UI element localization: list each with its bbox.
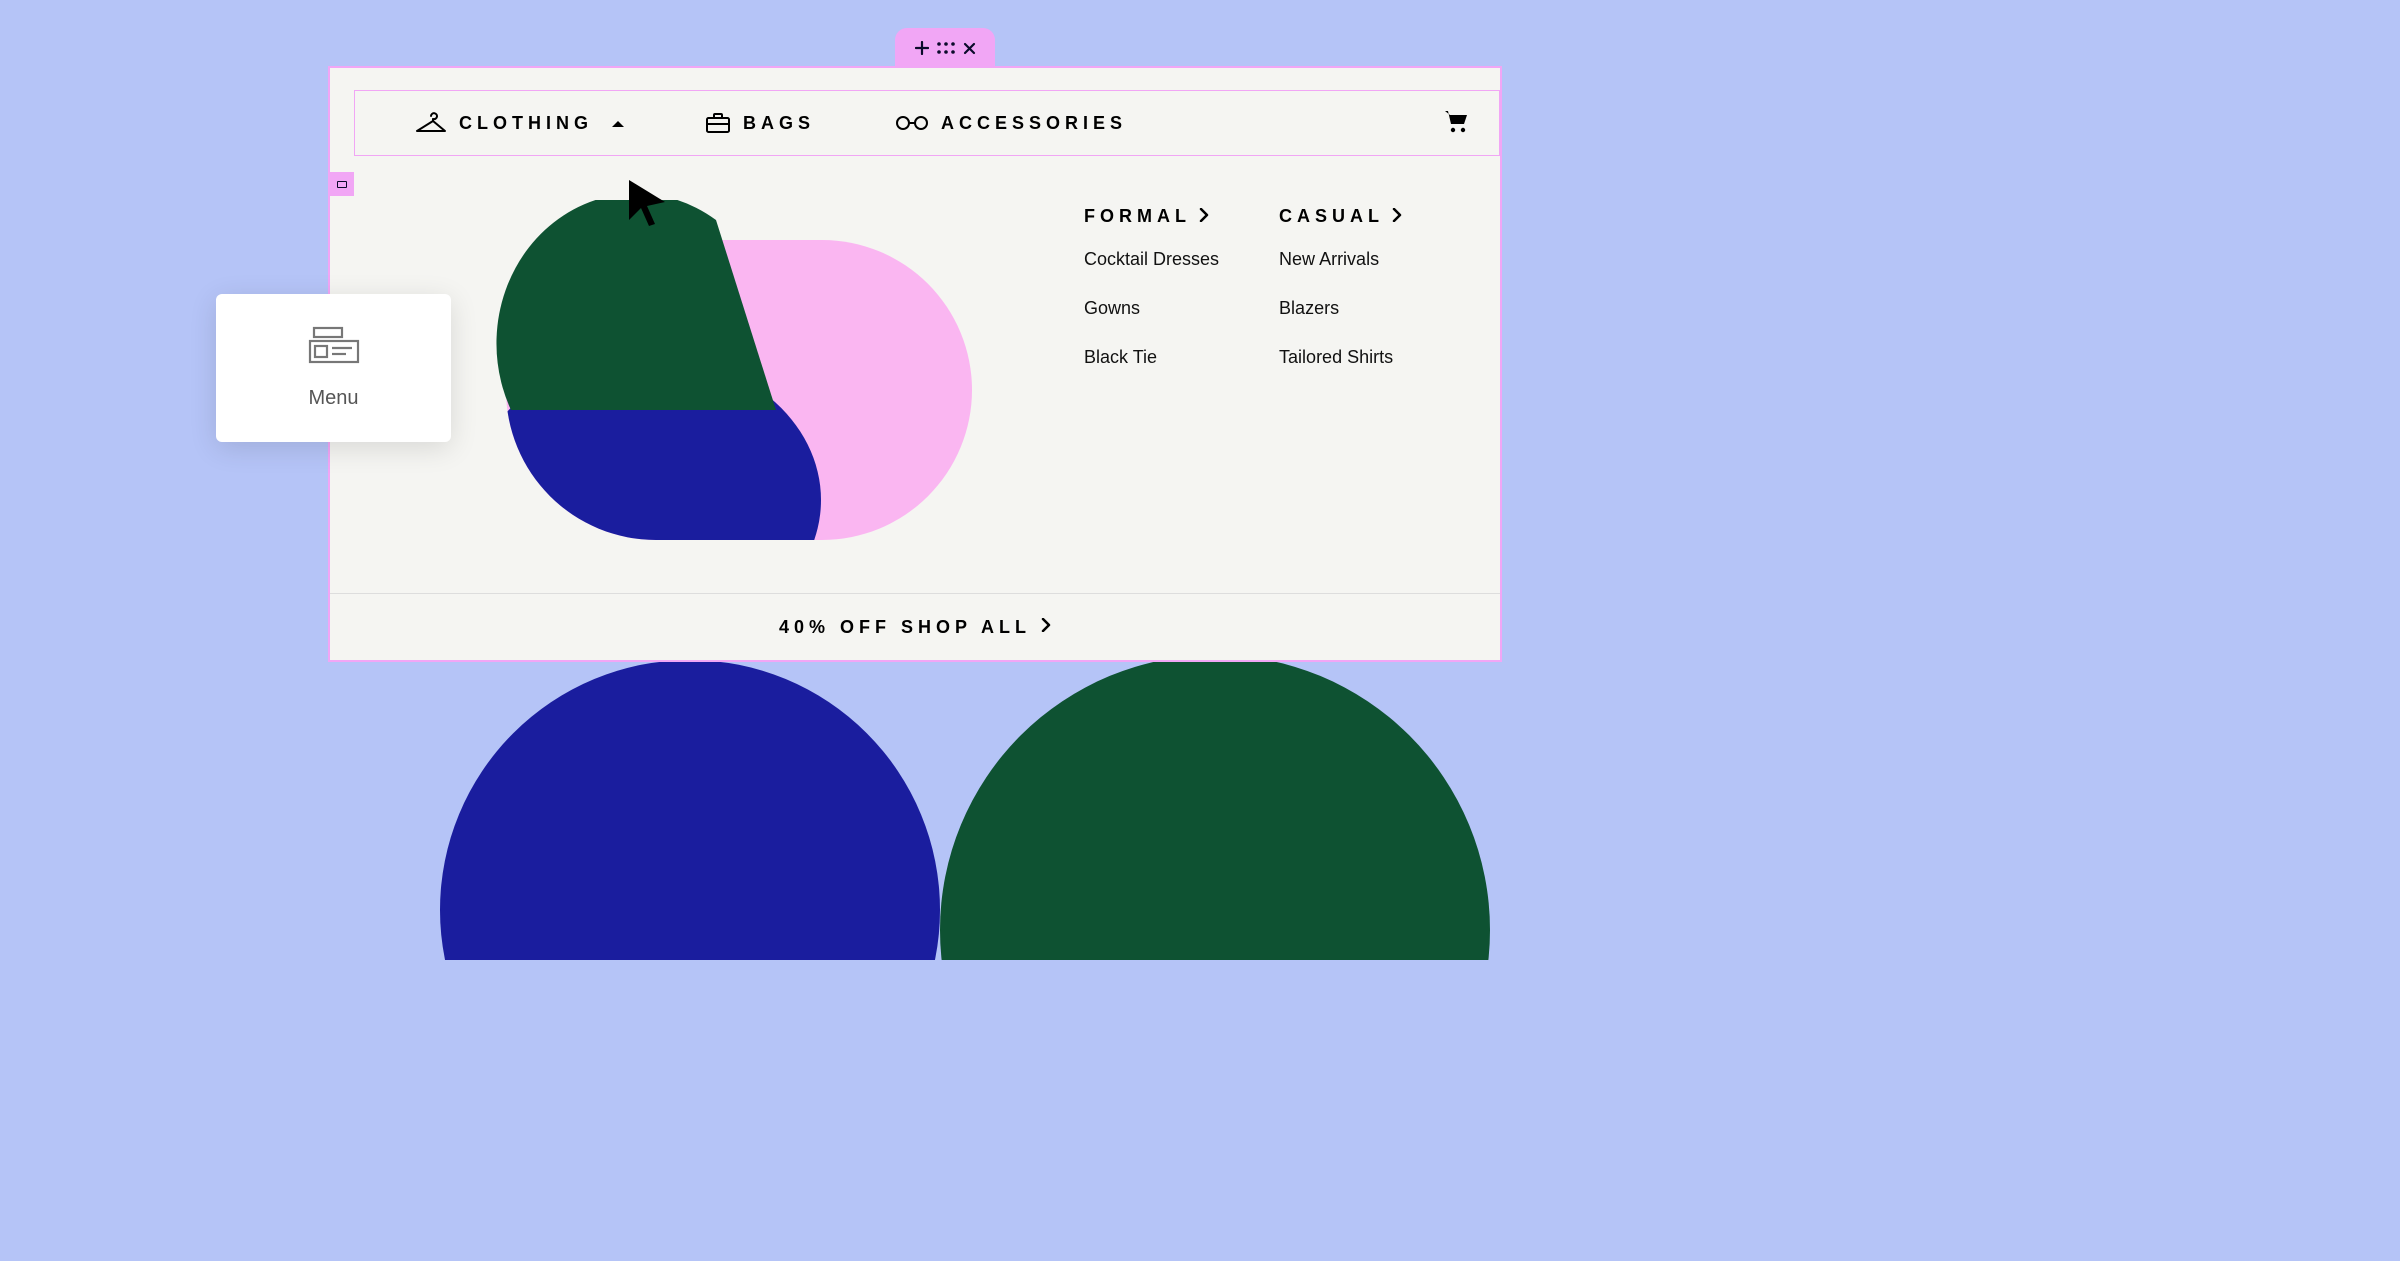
promo-banner-text: 40% OFF SHOP ALL [779, 617, 1031, 638]
chevron-right-icon [1392, 206, 1402, 227]
mega-link-gowns[interactable]: Gowns [1084, 298, 1219, 319]
briefcase-icon [705, 112, 731, 134]
glasses-icon [895, 115, 929, 131]
mega-menu-panel: FORMAL Cocktail Dresses Gowns Black Tie … [330, 172, 1500, 593]
close-icon[interactable] [963, 42, 976, 55]
mega-column-header-label: FORMAL [1084, 206, 1191, 227]
chevron-right-icon [1199, 206, 1209, 227]
bg-circle-green [940, 655, 1490, 960]
nav-item-label: CLOTHING [459, 113, 593, 134]
chevron-right-icon [1041, 618, 1051, 637]
nav-items: CLOTHING BAGS [415, 112, 1127, 134]
block-insert-menu-tile[interactable]: Menu [216, 294, 451, 442]
mega-column-header-label: CASUAL [1279, 206, 1384, 227]
mega-link-tailored-shirts[interactable]: Tailored Shirts [1279, 347, 1402, 368]
promo-banner[interactable]: 40% OFF SHOP ALL [330, 593, 1500, 660]
menu-block-icon [308, 326, 360, 369]
caret-up-icon [611, 113, 625, 134]
mega-column-casual: CASUAL New Arrivals Blazers Tailored Shi… [1279, 206, 1402, 396]
mega-link-new-arrivals[interactable]: New Arrivals [1279, 249, 1402, 270]
nav-item-label: BAGS [743, 113, 815, 134]
mega-column-header[interactable]: FORMAL [1084, 206, 1219, 227]
mega-link-blazers[interactable]: Blazers [1279, 298, 1402, 319]
section-handle-icon [337, 181, 347, 188]
mega-column-header[interactable]: CASUAL [1279, 206, 1402, 227]
hanger-icon [415, 112, 447, 134]
navbar-section[interactable]: CLOTHING BAGS [354, 90, 1500, 156]
bg-circle-blue [440, 660, 940, 960]
mega-menu-columns: FORMAL Cocktail Dresses Gowns Black Tie … [1084, 206, 1402, 396]
hero-illustration [416, 200, 976, 540]
nav-item-label: ACCESSORIES [941, 113, 1127, 134]
section-handle[interactable] [330, 172, 354, 196]
mega-column-formal: FORMAL Cocktail Dresses Gowns Black Tie [1084, 206, 1219, 396]
mega-link-black-tie[interactable]: Black Tie [1084, 347, 1219, 368]
drag-handle-icon[interactable] [937, 42, 955, 54]
nav-item-clothing[interactable]: CLOTHING [415, 112, 625, 134]
block-insert-label: Menu [308, 387, 358, 410]
mega-link-cocktail-dresses[interactable]: Cocktail Dresses [1084, 249, 1219, 270]
section-edit-tab[interactable] [895, 28, 995, 68]
nav-item-bags[interactable]: BAGS [705, 112, 815, 134]
cart-icon[interactable] [1443, 108, 1469, 139]
nav-item-accessories[interactable]: ACCESSORIES [895, 113, 1127, 134]
website-preview-canvas[interactable]: CLOTHING BAGS [328, 66, 1502, 662]
plus-icon[interactable] [915, 41, 929, 55]
